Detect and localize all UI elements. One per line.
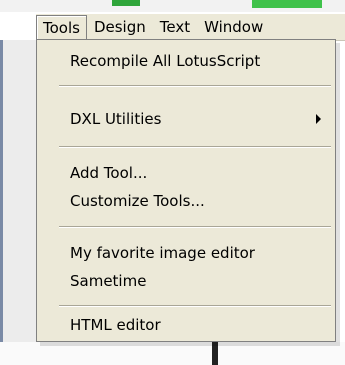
- dxl-utilities-label: DXL Utilities: [70, 110, 162, 128]
- sametime-item[interactable]: Sametime: [37, 268, 335, 294]
- background-left-panel: [0, 40, 37, 345]
- menu-separator: [59, 305, 331, 307]
- submenu-arrow-icon: [316, 114, 321, 124]
- add-tool-item[interactable]: Add Tool...: [37, 160, 335, 186]
- menu-design[interactable]: Design: [87, 15, 153, 39]
- background-green-bar: [252, 0, 322, 8]
- html-editor-item[interactable]: HTML editor: [37, 312, 335, 338]
- menu-window[interactable]: Window: [197, 15, 270, 39]
- customize-tools-item[interactable]: Customize Tools...: [37, 188, 335, 214]
- menu-text[interactable]: Text: [153, 15, 197, 39]
- menu-separator: [59, 146, 331, 148]
- my-favorite-image-editor-item[interactable]: My favorite image editor: [37, 240, 335, 266]
- menu-bar: Tools Design Text Window: [36, 14, 345, 41]
- background-bottom: [0, 342, 345, 365]
- background-green-bar: [112, 0, 140, 6]
- dxl-utilities-item[interactable]: DXL Utilities: [37, 106, 335, 132]
- menu-tools[interactable]: Tools: [36, 15, 87, 39]
- background-left-edge: [0, 40, 3, 345]
- menu-separator: [59, 85, 331, 87]
- background-divider: [212, 342, 218, 365]
- tools-dropdown-menu: Recompile All LotusScript DXL Utilities …: [36, 39, 336, 342]
- menu-separator: [59, 226, 331, 228]
- recompile-all-lotusscript-item[interactable]: Recompile All LotusScript: [37, 48, 335, 74]
